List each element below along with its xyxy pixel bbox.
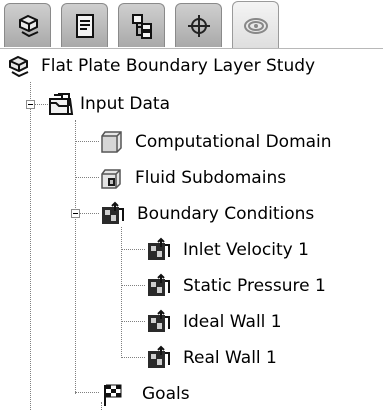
boundary-condition-icon	[148, 237, 170, 260]
boundary-conditions-collapse-toggle[interactable]	[71, 209, 80, 218]
crosshair-icon	[187, 14, 210, 37]
tree-item-static-pressure[interactable]: Static Pressure 1	[145, 271, 326, 301]
tree-item-label: Inlet Velocity 1	[183, 240, 309, 260]
tree-connector	[121, 357, 145, 358]
flow-analysis-tree: Flat Plate Boundary Layer Study Input Da…	[0, 49, 383, 410]
boundary-condition-icon	[148, 345, 170, 368]
tree-item-label: Boundary Conditions	[137, 204, 315, 224]
tree-connector	[75, 392, 99, 393]
tree-connector	[75, 177, 99, 178]
checkered-flag-icon	[104, 384, 122, 406]
tree-item-computational-domain[interactable]: Computational Domain	[99, 127, 332, 157]
boundary-conditions-icon	[102, 201, 124, 224]
boundary-condition-icon	[148, 273, 170, 296]
computational-domain-icon	[101, 131, 122, 153]
project-name: Flat Plate Boundary Layer Study	[41, 56, 316, 76]
configuration-manager-tab[interactable]	[118, 3, 165, 47]
fluid-subdomains-icon	[101, 169, 121, 189]
property-manager-tab[interactable]	[61, 3, 108, 47]
tree-item-fluid-subdomains[interactable]: Fluid Subdomains	[99, 163, 286, 193]
boundary-condition-icon	[148, 309, 170, 332]
tree-connector	[121, 249, 145, 250]
tree-connector	[80, 213, 99, 214]
feature-manager-tab[interactable]	[4, 3, 51, 47]
project-icon	[9, 55, 29, 78]
tree-root-project[interactable]: Flat Plate Boundary Layer Study	[6, 51, 315, 81]
dimxpert-tab[interactable]	[175, 3, 222, 47]
tree-connector	[75, 141, 99, 142]
configuration-icon	[131, 13, 152, 39]
tree-connector	[75, 120, 76, 394]
property-sheet-icon	[75, 13, 94, 38]
tree-item-goals[interactable]: Goals	[99, 379, 190, 409]
tree-item-label: Computational Domain	[135, 132, 332, 152]
tree-item-label: Fluid Subdomains	[135, 168, 287, 188]
tree-connector	[121, 285, 145, 286]
tree-connector	[35, 104, 48, 105]
input-data-folder-icon	[49, 93, 74, 115]
input-data-collapse-toggle[interactable]	[26, 100, 35, 109]
tree-item-real-wall[interactable]: Real Wall 1	[145, 343, 277, 373]
tree-item-label: Ideal Wall 1	[183, 312, 282, 332]
tree-item-input-data[interactable]: Input Data	[48, 89, 170, 119]
tree-item-inlet-velocity[interactable]: Inlet Velocity 1	[145, 235, 309, 265]
tree-connector	[121, 227, 122, 358]
flow-analysis-tab[interactable]	[232, 1, 279, 49]
tree-item-label: Input Data	[80, 94, 171, 114]
flow-analysis-icon	[243, 17, 268, 34]
tree-item-ideal-wall[interactable]: Ideal Wall 1	[145, 307, 282, 337]
tree-item-boundary-conditions[interactable]: Boundary Conditions	[99, 199, 314, 229]
tree-item-label: Goals	[142, 384, 190, 404]
tree-connector	[30, 109, 31, 410]
part-tree-icon	[18, 14, 38, 37]
tree-connector	[121, 321, 145, 322]
manager-tab-strip	[0, 0, 383, 49]
tree-item-label: Real Wall 1	[183, 348, 277, 368]
tree-item-label: Static Pressure 1	[183, 276, 326, 296]
